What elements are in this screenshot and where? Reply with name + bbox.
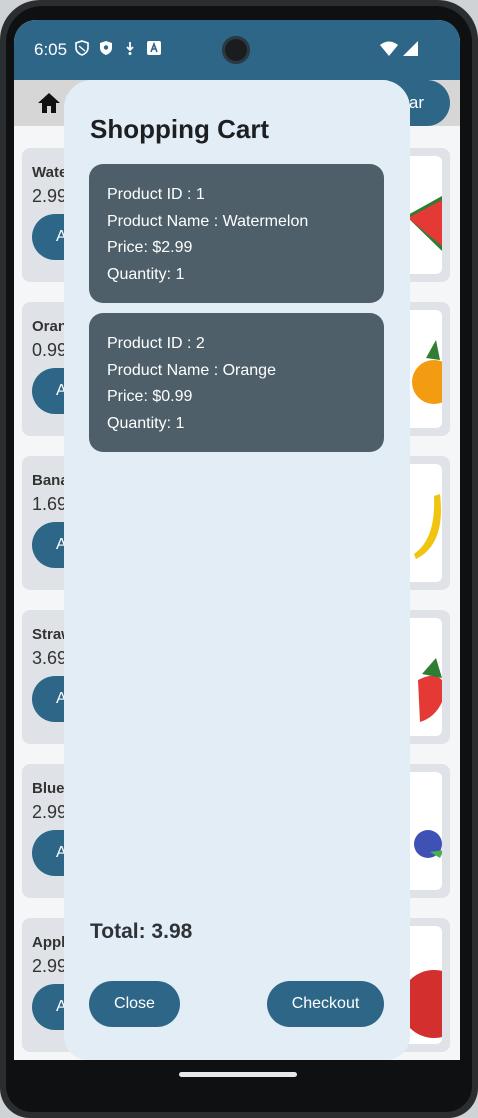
status-time: 6:05 [34,40,68,59]
product-price: 3.69 [32,648,68,668]
cart-item-quantity: Quantity: 1 [107,415,185,432]
download-icon [126,42,134,55]
wifi-icon [380,41,398,56]
cart-item-card: Product ID : 1 Product Name : Watermelon… [89,164,384,303]
home-icon[interactable] [36,91,62,115]
cart-item-price: Price: $0.99 [107,388,193,405]
shield-filled-icon [100,41,112,55]
dialog-title: Shopping Cart [90,114,270,144]
shopping-cart-dialog: Shopping Cart Product ID : 1 Product Nam… [64,80,410,1060]
cart-item-id: Product ID : 2 [107,335,205,352]
font-a-icon [147,41,161,55]
product-price: 2.99 [32,186,68,206]
status-bar: 6:05 [14,20,460,80]
product-price: 0.99 [32,340,68,360]
front-camera [222,36,250,64]
checkout-button[interactable]: Checkout [267,981,384,1027]
cart-item-card: Product ID : 2 Product Name : Orange Pri… [89,313,384,452]
close-button[interactable]: Close [89,981,180,1027]
product-price: 2.99 [32,802,68,822]
cart-item-name: Product Name : Watermelon [107,213,309,230]
cart-item-name: Product Name : Orange [107,362,276,379]
cart-item-price: Price: $2.99 [107,239,193,256]
product-price: 2.99 [32,956,68,976]
shield-outline-icon [75,40,89,56]
product-price: 1.69 [32,494,68,514]
cart-item-id: Product ID : 1 [107,186,205,203]
signal-icon [403,41,418,56]
cart-total: Total: 3.98 [90,920,193,943]
gesture-nav-bar[interactable] [179,1072,297,1077]
cart-item-quantity: Quantity: 1 [107,266,185,283]
app-screen: 6:05 Clear Watermelon 2.99 Add Orange 0.… [14,20,460,1060]
